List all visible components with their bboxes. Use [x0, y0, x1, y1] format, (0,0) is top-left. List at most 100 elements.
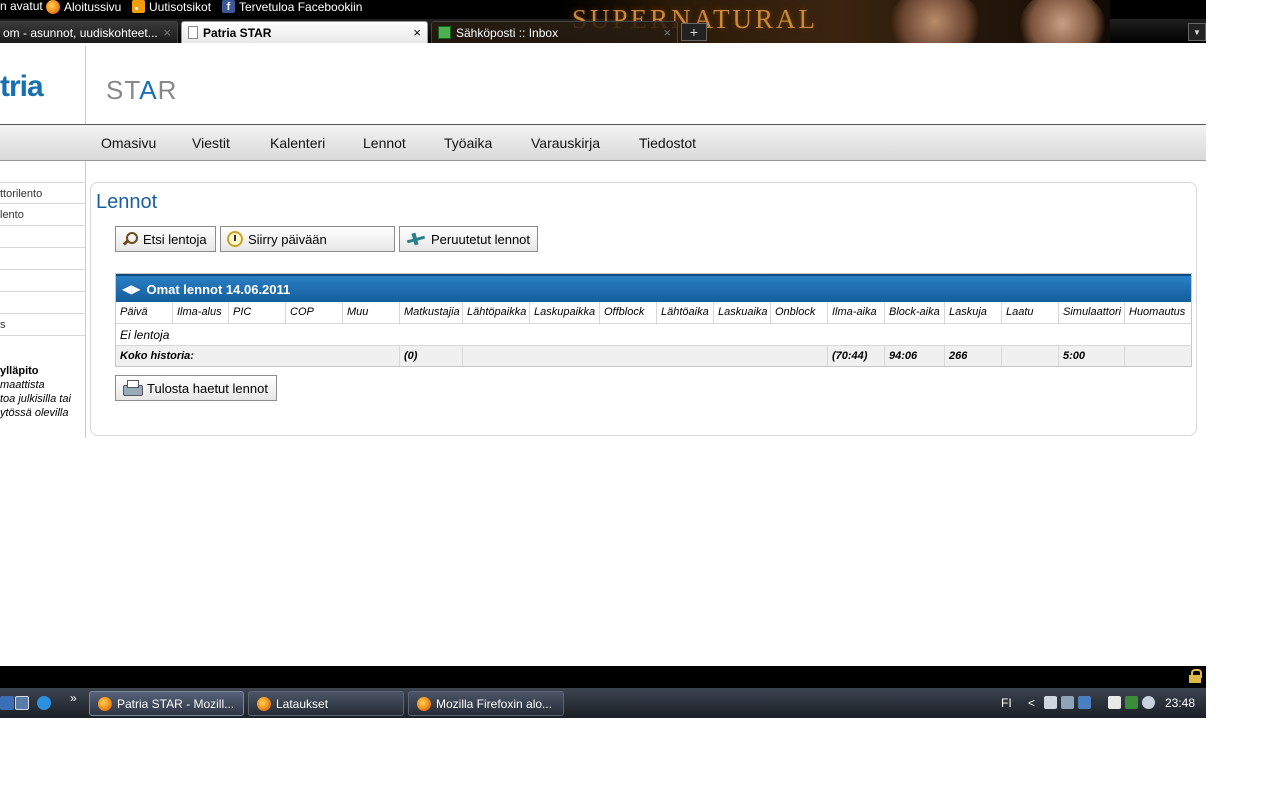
sidebar-item[interactable] — [0, 292, 86, 314]
bookmark-recent[interactable]: n avatut — [0, 0, 43, 12]
nav-kalenteri[interactable]: Kalenteri — [270, 135, 325, 151]
bookmark-aloitussivu[interactable]: Aloitussivu — [46, 0, 121, 14]
banner-face-left — [890, 0, 980, 43]
show-hidden-icons-arrow[interactable]: < — [1028, 696, 1035, 710]
tray-app-icon[interactable] — [1044, 696, 1057, 709]
nav-varauskirja[interactable]: Varauskirja — [531, 135, 600, 151]
column-header[interactable]: Päivä — [116, 302, 173, 323]
tray-security-icon[interactable] — [1125, 696, 1138, 709]
tab-sahkoposti-label: Sähköposti :: Inbox — [456, 25, 559, 40]
tab-sahkoposti[interactable]: Sähköposti :: Inbox × — [431, 21, 678, 43]
main-navigation: Omasivu Viestit Kalenteri Lennot Työaika… — [0, 124, 1206, 161]
column-header[interactable]: Muu — [343, 302, 400, 323]
bookmark-recent-label: n avatut — [0, 0, 43, 13]
table-total-row: Koko historia: (0) (70:44) 94:06 266 5:0… — [116, 345, 1191, 366]
print-flights-label: Tulosta haetut lennot — [147, 380, 268, 396]
taskbar-button-label: Lataukset — [276, 696, 329, 711]
tab-asunnot[interactable]: om - asunnot, uudiskohteet... × — [0, 21, 178, 43]
firefox-icon — [417, 696, 431, 711]
print-flights-button[interactable]: Tulosta haetut lennot — [115, 375, 277, 401]
tray-network-icon[interactable] — [1078, 696, 1091, 709]
tab-patria-star[interactable]: Patria STAR × — [181, 21, 428, 43]
document-icon — [188, 26, 198, 39]
sidebar-item[interactable]: s — [0, 314, 86, 336]
column-header[interactable]: Offblock — [600, 302, 657, 323]
banner-face-right — [1020, 0, 1105, 43]
nav-viestit[interactable]: Viestit — [192, 135, 230, 151]
sidebar-info-title: ylläpito — [0, 365, 39, 377]
total-quality — [1002, 346, 1059, 366]
flights-table: ◀▶ Omat lennot 14.06.2011 Päivä Ilma-alu… — [115, 273, 1192, 367]
bookmark-uutisotsikot[interactable]: Uutisotsikot — [132, 0, 211, 13]
bookmark-facebook-label: Tervetuloa Facebookiin — [239, 0, 363, 14]
bookmark-aloitussivu-label: Aloitussivu — [64, 0, 122, 14]
column-header[interactable]: Matkustajia — [400, 302, 463, 323]
taskbar-button-label: Mozilla Firefoxin alo... — [436, 696, 553, 711]
total-air-time: (70:44) — [828, 346, 885, 366]
sidebar-info-line: maattista — [0, 379, 45, 391]
column-header[interactable]: Laskupaikka — [530, 302, 600, 323]
tab-patria-star-label: Patria STAR — [203, 25, 272, 40]
taskbar-upper-strip — [0, 666, 1206, 688]
nav-tiedostot[interactable]: Tiedostot — [639, 135, 696, 151]
column-header[interactable]: Laatu — [1002, 302, 1059, 323]
taskbar-button-patria-star[interactable]: Patria STAR - Mozill... — [89, 691, 244, 716]
volume-icon[interactable] — [1142, 696, 1155, 709]
patria-logo[interactable]: tria — [0, 70, 44, 104]
taskbar-button-firefox-start[interactable]: Mozilla Firefoxin alo... — [408, 691, 564, 716]
tray-power-icon[interactable] — [1108, 696, 1121, 709]
column-header[interactable]: Onblock — [771, 302, 828, 323]
quick-launch-chevron[interactable]: » — [70, 691, 77, 705]
column-header[interactable]: PIC — [229, 302, 286, 323]
nav-omasivu[interactable]: Omasivu — [101, 135, 156, 151]
bookmark-facebook[interactable]: f Tervetuloa Facebookiin — [222, 0, 362, 13]
column-header[interactable]: Ilma-alus — [173, 302, 229, 323]
column-header[interactable]: Simulaattori — [1059, 302, 1125, 323]
column-header[interactable]: Block-aika — [885, 302, 945, 323]
cancelled-flights-button[interactable]: Peruutetut lennot — [399, 226, 538, 252]
column-header[interactable]: Laskuja — [945, 302, 1002, 323]
column-header[interactable]: Lähtöaika — [657, 302, 714, 323]
sidebar-item-simulator-flight[interactable]: ttorilento — [0, 182, 86, 204]
goto-date-button[interactable]: Siirry päivään — [220, 226, 395, 252]
page-title: Lennot — [96, 191, 158, 213]
sidebar-item[interactable] — [0, 248, 86, 270]
list-all-tabs-button[interactable]: ▼ — [1188, 23, 1206, 41]
show-desktop-icon[interactable] — [0, 696, 14, 710]
firefox-icon — [257, 696, 271, 711]
close-icon[interactable]: × — [663, 25, 671, 40]
total-spacer — [463, 346, 828, 366]
close-icon[interactable]: × — [413, 25, 421, 40]
sidebar-item[interactable] — [0, 270, 86, 292]
printer-icon — [122, 379, 143, 397]
firefox-icon — [46, 0, 60, 14]
sidebar-item[interactable] — [0, 226, 86, 248]
column-header[interactable]: COP — [286, 302, 343, 323]
clock[interactable]: 23:48 — [1165, 696, 1195, 710]
taskbar-button-lataukset[interactable]: Lataukset — [248, 691, 404, 716]
sidebar-item-flight[interactable]: lento — [0, 204, 86, 226]
switch-windows-icon[interactable] — [15, 696, 29, 710]
tray-device-icon[interactable] — [1061, 696, 1074, 709]
sidebar-info-line: ytössä olevilla — [0, 407, 69, 419]
arrows-icon[interactable]: ◀▶ — [122, 283, 140, 295]
clock-icon — [227, 231, 243, 247]
mail-icon — [438, 26, 451, 39]
cancelled-flights-label: Peruutetut lennot — [431, 231, 531, 247]
star-logo-st: ST — [106, 75, 140, 105]
column-header[interactable]: Huomautus — [1125, 302, 1189, 323]
internet-explorer-icon[interactable] — [37, 696, 51, 710]
table-heading-text: Omat lennot 14.06.2011 — [146, 281, 291, 297]
column-header[interactable]: Laskuaika — [714, 302, 771, 323]
total-landings: 266 — [945, 346, 1002, 366]
nav-tyoaika[interactable]: Työaika — [444, 135, 492, 151]
sidebar-info-line: toa julkisilla tai — [0, 393, 71, 405]
new-tab-button[interactable]: + — [681, 23, 707, 41]
search-flights-button[interactable]: Etsi lentoja — [115, 226, 216, 252]
table-heading: ◀▶ Omat lennot 14.06.2011 — [116, 274, 1191, 302]
close-icon[interactable]: × — [163, 25, 171, 40]
column-header[interactable]: Ilma-aika — [828, 302, 885, 323]
column-header[interactable]: Lähtöpaikka — [463, 302, 530, 323]
language-indicator[interactable]: FI — [1001, 696, 1012, 710]
nav-lennot[interactable]: Lennot — [363, 135, 406, 151]
